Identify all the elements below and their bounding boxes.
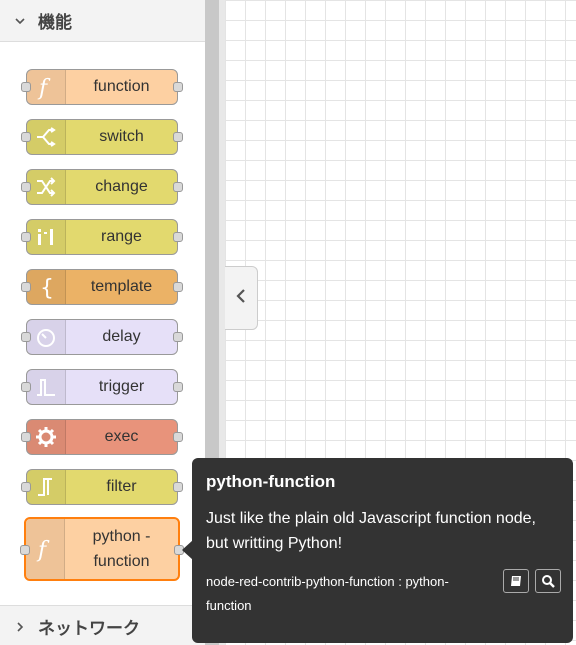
template-icon: {	[27, 270, 66, 304]
trigger-icon	[27, 370, 66, 404]
input-port	[21, 182, 31, 192]
tooltip-module-name: node-red-contrib-python-function : pytho…	[206, 574, 449, 613]
svg-text:f: f	[37, 76, 51, 100]
category-label: ネットワーク	[38, 619, 140, 639]
chevron-right-icon	[14, 621, 26, 633]
input-port	[21, 82, 31, 92]
filter-icon	[27, 470, 66, 504]
output-port	[173, 432, 183, 442]
search-icon[interactable]	[535, 569, 561, 593]
input-port	[20, 545, 30, 555]
node-label: range	[101, 228, 142, 245]
chevron-down-icon	[14, 15, 26, 27]
node-label: delay	[102, 328, 141, 345]
node-label: trigger	[98, 378, 145, 395]
collapse-palette-button[interactable]	[225, 266, 258, 330]
category-header-functions[interactable]: 機能	[0, 0, 205, 42]
output-port	[173, 482, 183, 492]
function-icon: f	[27, 70, 66, 104]
input-port	[21, 232, 31, 242]
node-label: python - function	[65, 519, 178, 579]
function-icon: f	[26, 519, 65, 579]
category-label: 機能	[38, 13, 72, 33]
output-port	[173, 182, 183, 192]
input-port	[21, 332, 31, 342]
input-port	[21, 282, 31, 292]
node-label-line-2: function	[93, 553, 150, 570]
palette-node-range[interactable]: range	[21, 219, 183, 255]
node-label: filter	[106, 478, 137, 495]
input-port	[21, 432, 31, 442]
node-label: switch	[99, 128, 144, 145]
output-port	[173, 282, 183, 292]
palette-node-function[interactable]: f function	[21, 69, 183, 105]
output-port	[173, 132, 183, 142]
input-port	[21, 482, 31, 492]
input-port	[21, 382, 31, 392]
node-label: exec	[104, 428, 139, 445]
svg-text:f: f	[36, 538, 50, 562]
node-label: template	[90, 278, 153, 295]
output-port	[173, 332, 183, 342]
category-header-network[interactable]: ネットワーク	[0, 605, 205, 645]
range-icon	[27, 220, 66, 254]
node-label-line-1: python -	[92, 528, 151, 545]
tooltip-description: Just like the plain old Javascript funct…	[206, 510, 536, 552]
palette-node-trigger[interactable]: trigger	[21, 369, 183, 405]
node-label: function	[93, 78, 150, 95]
palette: 機能 f function switch change range {temp…	[0, 0, 205, 645]
palette-node-template[interactable]: { template	[21, 269, 183, 305]
timer-icon	[27, 320, 66, 354]
output-port	[173, 382, 183, 392]
book-icon[interactable]	[503, 569, 529, 593]
input-port	[21, 132, 31, 142]
switch-icon	[27, 120, 66, 154]
cog-icon	[27, 420, 66, 454]
palette-node-filter[interactable]: filter	[21, 469, 183, 505]
node-label: change	[95, 178, 148, 195]
output-port	[173, 232, 183, 242]
tooltip-title: python-function	[206, 472, 336, 491]
palette-node-exec[interactable]: exec	[21, 419, 183, 455]
node-help-tooltip: python-function Just like the plain old …	[192, 458, 573, 643]
shuffle-icon	[27, 170, 66, 204]
palette-node-switch[interactable]: switch	[21, 119, 183, 155]
palette-node-delay[interactable]: delay	[21, 319, 183, 355]
palette-node-python-function[interactable]: f python - function	[20, 517, 184, 581]
svg-text:{: {	[40, 276, 54, 300]
output-port	[173, 82, 183, 92]
chevron-left-icon	[235, 288, 247, 309]
palette-node-change[interactable]: change	[21, 169, 183, 205]
tooltip-buttons	[503, 569, 561, 593]
